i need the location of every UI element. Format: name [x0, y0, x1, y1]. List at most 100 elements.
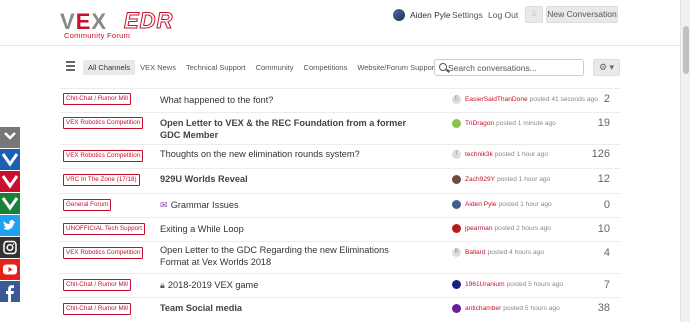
channel-tag[interactable]: VEX Robotics Competition: [63, 150, 144, 162]
reply-count: 19: [597, 117, 610, 129]
youtube-icon[interactable]: [0, 259, 20, 280]
channel-tag[interactable]: VRC In The Zone (17/18): [63, 174, 140, 186]
social-share-bar: [0, 127, 20, 303]
conversation-title[interactable]: 929U Worlds Reveal: [160, 173, 420, 185]
logout-link[interactable]: Log Out: [488, 8, 518, 22]
avatar[interactable]: [452, 200, 461, 209]
conversation-row[interactable]: UNOFFICIAL Tech Support Exiting a While L…: [60, 217, 620, 241]
channel-tag[interactable]: VEX Robotics Competition: [63, 247, 144, 259]
channel-tab[interactable]: Competitions: [299, 60, 353, 75]
conversation-title[interactable]: Open Letter to VEX & the REC Foundation …: [160, 117, 420, 141]
channel-tab[interactable]: Technical Support: [181, 60, 251, 75]
avatar[interactable]: [452, 175, 461, 184]
reply-count: 0: [603, 199, 610, 211]
grid-button[interactable]: ⁞⁞: [525, 6, 543, 23]
conversation-meta: B Ballard posted 4 hours ago: [452, 248, 544, 257]
author-link[interactable]: Aiden Pyle: [465, 201, 497, 208]
author-link[interactable]: antichamber: [465, 305, 501, 312]
reply-count: 126: [591, 148, 610, 160]
avatar[interactable]: [452, 304, 461, 313]
vex-logo-icon[interactable]: [0, 149, 20, 170]
grid-icon: ⁞⁞: [532, 11, 536, 18]
channel-tab[interactable]: All Channels: [83, 60, 136, 75]
conversation-row[interactable]: VRC In The Zone (17/18) 929U Worlds Revea…: [60, 168, 620, 193]
author-link[interactable]: Zach929Y: [465, 176, 495, 183]
channel-tag[interactable]: Chit-Chat / Rumor Mill: [63, 303, 131, 315]
search-box[interactable]: [434, 59, 584, 76]
post-time: posted 1 hour ago: [497, 176, 551, 183]
scrollbar[interactable]: [680, 0, 690, 322]
collapse-icon[interactable]: [0, 127, 20, 148]
facebook-icon[interactable]: [0, 281, 20, 302]
conversation-row[interactable]: Chit-Chat / Rumor Mill What happened to t…: [60, 88, 620, 112]
channel-tag[interactable]: UNOFFICIAL Tech Support: [63, 223, 145, 235]
channel-tag[interactable]: Chit-Chat / Rumor Mill: [63, 279, 131, 291]
search-input[interactable]: [448, 61, 580, 74]
settings-link[interactable]: Settings: [452, 8, 483, 22]
author-link[interactable]: TriDragon: [465, 120, 494, 127]
settings-dropdown-button[interactable]: ⚙ ▾: [593, 59, 620, 76]
avatar[interactable]: E: [452, 95, 461, 104]
user-menu[interactable]: Aiden Pyle: [393, 8, 451, 22]
vex-logo-icon[interactable]: [0, 193, 20, 214]
channel-nav: All Channels VEX News Technical Support Com…: [60, 58, 620, 78]
conversation-title-text[interactable]: Exiting a While Loop: [160, 224, 244, 234]
conversation-row[interactable]: VEX Robotics Competition Open Letter to t…: [60, 241, 620, 273]
channel-tag[interactable]: Chit-Chat / Rumor Mill: [63, 93, 131, 105]
vex-logo-icon[interactable]: [0, 171, 20, 192]
channel-tag[interactable]: General Forum: [63, 199, 112, 211]
avatar[interactable]: B: [452, 248, 461, 257]
envelope-icon: ✉: [160, 200, 168, 210]
conversation-row[interactable]: VEX Robotics Competition Open Letter to V…: [60, 112, 620, 144]
conversation-row[interactable]: Chit-Chat / Rumor Mill 🔒︎ 2018-2019 VEX ga…: [60, 273, 620, 297]
reply-count: 38: [597, 302, 610, 314]
post-time: posted 1 minute ago: [496, 120, 556, 127]
conversation-row[interactable]: VEX Robotics Competition Thoughts on the …: [60, 144, 620, 168]
conversation-title-text[interactable]: Grammar Issues: [171, 200, 239, 210]
avatar[interactable]: [452, 224, 461, 233]
conversation-title[interactable]: Team Social media: [160, 302, 420, 314]
conversation-row[interactable]: Chit-Chat / Rumor Mill Team Social media a…: [60, 297, 620, 321]
author-link[interactable]: EasierSaidThanDone: [465, 96, 528, 103]
conversation-meta: 1961Uranium posted 5 hours ago: [452, 280, 563, 289]
channel-tab[interactable]: Community: [251, 60, 299, 75]
conversation-title-text[interactable]: What happened to the font?: [160, 95, 273, 105]
avatar[interactable]: [452, 280, 461, 289]
vex-edr-logo[interactable]: VEX EDR Community Forum: [60, 8, 195, 41]
twitter-icon[interactable]: [0, 215, 20, 236]
conversation-title[interactable]: ✉ Grammar Issues: [160, 199, 420, 211]
channel-tab[interactable]: Website/Forum Support: [352, 60, 441, 75]
conversation-title[interactable]: Open Letter to the GDC Regarding the new…: [160, 244, 420, 268]
conversation-title[interactable]: What happened to the font?: [160, 94, 420, 106]
conversation-title[interactable]: 🔒︎ 2018-2019 VEX game: [160, 279, 420, 291]
conversation-title-text[interactable]: 2018-2019 VEX game: [168, 280, 258, 290]
conversation-title-text[interactable]: Thoughts on the new elimination rounds s…: [160, 149, 360, 159]
conversation-title[interactable]: Exiting a While Loop: [160, 223, 420, 235]
conversation-title-text[interactable]: Team Social media: [160, 303, 242, 313]
conversation-title-text[interactable]: Open Letter to VEX & the REC Foundation …: [160, 118, 406, 140]
menu-icon[interactable]: [66, 61, 75, 71]
conversation-title-text[interactable]: Open Letter to the GDC Regarding the new…: [160, 245, 389, 267]
author-link[interactable]: technik3k: [465, 151, 493, 158]
conversation-meta: Ttechnik3k posted 1 hour ago: [452, 150, 548, 159]
author-link[interactable]: 1961Uranium: [465, 281, 505, 288]
author-link[interactable]: jpearman: [465, 225, 493, 232]
scrollbar-thumb[interactable]: [683, 26, 689, 74]
reply-count: 7: [603, 279, 610, 291]
new-conversation-button[interactable]: New Conversation: [546, 6, 618, 23]
conversation-title-text[interactable]: 929U Worlds Reveal: [160, 174, 248, 184]
instagram-icon[interactable]: [0, 237, 20, 258]
channel-tab[interactable]: VEX News: [135, 60, 181, 75]
avatar[interactable]: [452, 119, 461, 128]
post-time: posted 1 hour ago: [498, 201, 552, 208]
avatar: [393, 9, 405, 21]
reply-count: 10: [597, 223, 610, 235]
reply-count: 2: [603, 93, 610, 105]
conversation-title[interactable]: Thoughts on the new elimination rounds s…: [160, 148, 420, 160]
channel-tag[interactable]: VEX Robotics Competition: [63, 117, 144, 129]
author-link[interactable]: Ballard: [465, 249, 486, 256]
avatar[interactable]: T: [452, 150, 461, 159]
post-time: posted 5 hours ago: [506, 281, 564, 288]
conversation-list: Chit-Chat / Rumor Mill What happened to t…: [60, 88, 620, 321]
conversation-row[interactable]: General Forum ✉ Grammar Issues Aiden Pyle po…: [60, 193, 620, 217]
